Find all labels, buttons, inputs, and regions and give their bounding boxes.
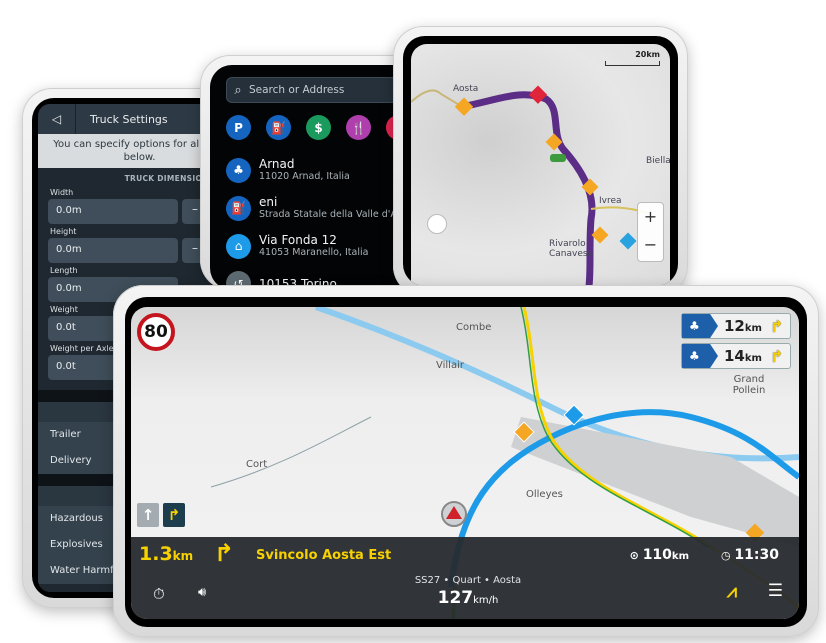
remaining-value: 110 (642, 547, 672, 563)
result-title: eni (259, 195, 278, 209)
sign-unit: km (744, 353, 762, 364)
overview-map[interactable]: Aosta Biella Ivrea Rivarolo Canavese 20k… (411, 44, 670, 286)
map-label-ivrea: Ivrea (599, 196, 622, 206)
map-label-rivarolo: Rivarolo Canavese (549, 239, 594, 259)
scale-bar (605, 61, 660, 66)
result-subtitle: 41053 Maranello, Italia (259, 247, 369, 258)
sign-value: 14 (724, 347, 745, 365)
remaining-distance[interactable]: ⊙ 110km (630, 547, 689, 563)
turn-right-icon: ↱ (214, 539, 235, 567)
category-row: P⛽$🍴⚑ (226, 115, 411, 140)
park-icon: ♣ (226, 157, 251, 183)
road (210, 416, 372, 488)
zoom-in-button[interactable]: + (638, 203, 663, 231)
category-parking-icon[interactable]: P (226, 115, 251, 140)
park-icon: ♣ (682, 314, 718, 338)
sign-unit: km (744, 323, 762, 334)
guidance-bar: 1.3km ↱ Svincolo Aosta Est ⊙ 110km ◷ 11:… (131, 537, 799, 619)
overview-route-layer (411, 85, 652, 286)
map-label-villair: Villair (436, 360, 464, 371)
speed-unit: km/h (473, 595, 499, 606)
map-label-biella: Biella (646, 156, 670, 166)
weather-icon (619, 232, 637, 250)
scale-label: 20km (635, 50, 660, 59)
signpost: ♣ 12km ↱ (681, 313, 791, 339)
clock-icon: ◷ (720, 549, 735, 562)
a5-shield (550, 154, 566, 162)
page-title: Truck Settings (90, 112, 168, 126)
result-item[interactable]: ⌂ Via Fonda 12 41053 Maranello, Italia (226, 233, 368, 259)
roadwork-icon (454, 97, 474, 116)
device-search: ⌕ Search or Address P⛽$🍴⚑ ♣ Arnad 11020 … (200, 55, 425, 290)
map-label-grand-pollein: Grand Pollein (732, 374, 766, 396)
current-speed: 127km/h (413, 588, 523, 608)
eta-value: 11:30 (734, 547, 779, 563)
next-turn-distance: 1.3km (139, 543, 193, 565)
result-title: Via Fonda 12 (259, 233, 337, 247)
speed-limit-sign: 80 (137, 313, 175, 351)
next-street-name: Svincolo Aosta Est (256, 548, 392, 563)
back-button[interactable]: ◁ (38, 104, 76, 134)
home-icon: ⌂ (226, 233, 251, 259)
fuel-icon: ⛽ (226, 195, 251, 221)
menu-icon[interactable]: ☰ (768, 581, 783, 601)
map-label-aosta: Aosta (453, 84, 479, 94)
navigation-screen: 80 ♣ 12km ↱ ♣ 14km ↱ Combe Villair Grand … (125, 297, 807, 627)
lane-straight: ↑ (137, 503, 159, 527)
destination-icon: ⊙ (629, 549, 643, 562)
search-input[interactable]: ⌕ Search or Address (226, 77, 420, 103)
park-icon: ♣ (682, 344, 718, 368)
back-arrow-icon: ◁ (51, 112, 62, 126)
result-text: eni Strada Statale della Valle d'A (259, 195, 397, 221)
map-label-olleyes: Olleyes (526, 489, 563, 500)
result-item[interactable]: ♣ Arnad 11020 Arnad, Italia (226, 157, 350, 183)
speed-value: 127 (437, 588, 474, 608)
result-text: Via Fonda 12 41053 Maranello, Italia (259, 233, 368, 259)
volume-icon[interactable]: 🔊︎ (198, 585, 206, 600)
category-bank-icon[interactable]: $ (306, 115, 331, 140)
zoom-out-button[interactable]: − (638, 231, 663, 259)
search-icon: ⌕ (234, 82, 242, 98)
result-title: Arnad (259, 157, 295, 171)
signpost-distance: 14km (724, 347, 762, 365)
dimension-input[interactable]: 0.0m (48, 238, 178, 263)
turn-right-icon: ↱ (769, 346, 784, 366)
remaining-unit: km (671, 551, 689, 562)
signpost-distance: 12km (724, 317, 762, 335)
lane-right-active: ↱ (163, 503, 185, 527)
result-subtitle: 11020 Arnad, Italia (259, 171, 350, 182)
search-placeholder: Search or Address (249, 84, 345, 96)
result-text: Arnad 11020 Arnad, Italia (259, 157, 350, 183)
zoom-control: + − (637, 202, 664, 262)
timer-icon[interactable]: ⏱ (153, 585, 165, 603)
signpost: ♣ 14km ↱ (681, 343, 791, 369)
map-label-combe: Combe (456, 322, 492, 333)
next-turn-value: 1.3 (139, 543, 173, 565)
device-overview-map: Aosta Biella Ivrea Rivarolo Canavese 20k… (393, 26, 688, 296)
overview-screen: Aosta Biella Ivrea Rivarolo Canavese 20k… (403, 36, 678, 286)
dimension-input[interactable]: 0.0m (48, 199, 178, 224)
next-turn-unit: km (172, 549, 194, 563)
turn-right-icon: ↱ (769, 316, 784, 336)
lane-view-icon[interactable]: ⩘ (727, 581, 737, 602)
compass-icon[interactable] (427, 214, 447, 234)
result-subtitle: Strada Statale della Valle d'A (259, 209, 397, 220)
sign-value: 12 (724, 317, 745, 335)
result-item[interactable]: ⛽ eni Strada Statale della Valle d'A (226, 195, 397, 221)
eta[interactable]: ◷ 11:30 (721, 547, 779, 563)
category-fuel-icon[interactable]: ⛽ (266, 115, 291, 140)
search-screen: ⌕ Search or Address P⛽$🍴⚑ ♣ Arnad 11020 … (210, 65, 420, 290)
category-restaurant-icon[interactable]: 🍴 (346, 115, 371, 140)
map-label-cort: Cort (246, 459, 268, 470)
lane-guidance: ↑ ↱ (137, 503, 185, 527)
device-navigation: 80 ♣ 12km ↱ ♣ 14km ↱ Combe Villair Grand … (113, 285, 819, 637)
current-road: SS27 • Quart • Aosta (414, 575, 522, 586)
